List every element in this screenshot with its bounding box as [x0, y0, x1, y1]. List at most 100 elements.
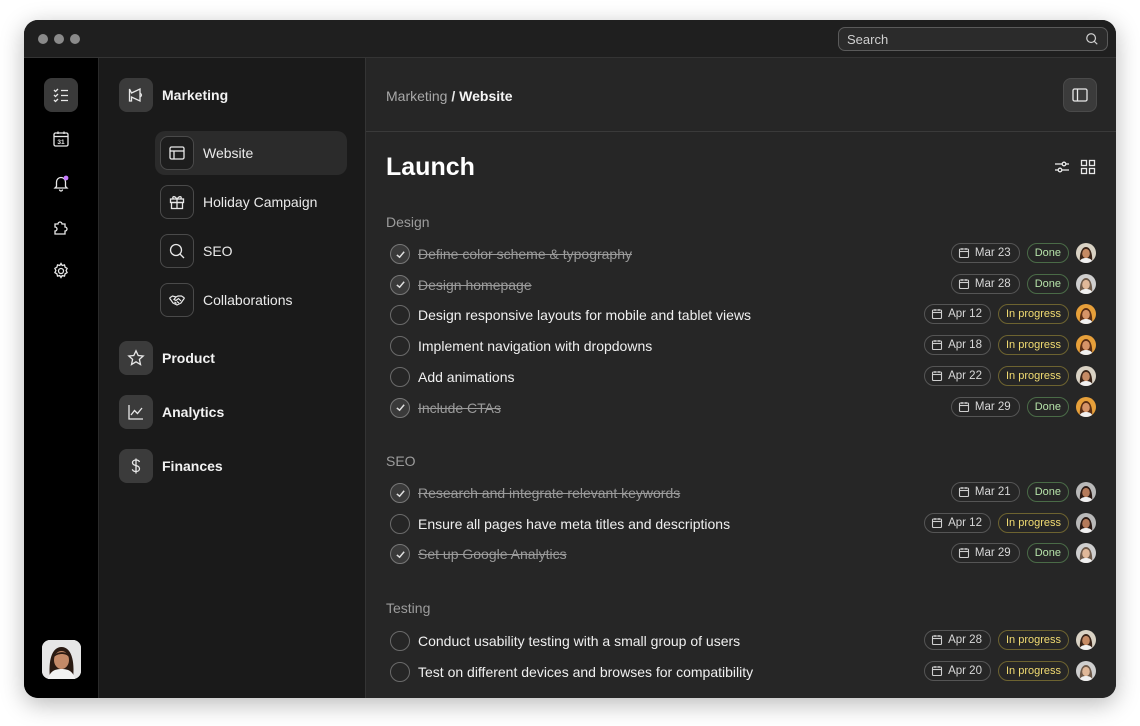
breadcrumb-parent[interactable]: Marketing: [386, 88, 447, 104]
task-row[interactable]: Conduct usability testing with a small g…: [386, 628, 1096, 654]
task-checkbox[interactable]: [390, 244, 410, 264]
task-checkbox[interactable]: [390, 514, 410, 534]
task-title: Set up Google Analytics: [418, 546, 567, 562]
task-checkbox[interactable]: [390, 336, 410, 356]
due-date-chip[interactable]: Apr 28: [924, 630, 991, 650]
rail-tasks-button[interactable]: [44, 78, 78, 112]
due-date-chip[interactable]: Mar 23: [951, 243, 1020, 263]
status-badge[interactable]: In progress: [998, 304, 1069, 324]
due-date-chip[interactable]: Apr 20: [924, 661, 991, 681]
due-date-text: Mar 29: [975, 401, 1011, 413]
task-row[interactable]: Research and integrate relevant keywords…: [386, 480, 1096, 506]
status-badge[interactable]: In progress: [998, 630, 1069, 650]
task-checkbox[interactable]: [390, 305, 410, 325]
due-date-chip[interactable]: Mar 28: [951, 274, 1020, 294]
search-input[interactable]: Search: [838, 27, 1108, 51]
nav-item-collaborations[interactable]: Collaborations: [155, 278, 347, 322]
task-row[interactable]: Include CTAsMar 29Done: [386, 395, 1096, 421]
assignee-avatar[interactable]: [1076, 661, 1096, 681]
close-window-button[interactable]: [38, 34, 48, 44]
assignee-avatar[interactable]: [1076, 366, 1096, 386]
nav-group-product[interactable]: Product: [119, 341, 215, 375]
user-avatar[interactable]: [42, 640, 81, 679]
status-badge[interactable]: Done: [1027, 543, 1069, 563]
due-date-chip[interactable]: Apr 18: [924, 335, 991, 355]
calendar-icon: 31: [52, 130, 70, 148]
task-checkbox[interactable]: [390, 483, 410, 503]
task-meta: Mar 29 Done: [951, 397, 1096, 417]
assignee-avatar[interactable]: [1076, 630, 1096, 650]
due-date-chip[interactable]: Mar 29: [951, 543, 1020, 563]
nav-group-analytics[interactable]: Analytics: [119, 395, 224, 429]
status-badge[interactable]: In progress: [998, 335, 1069, 355]
task-checkbox[interactable]: [390, 367, 410, 387]
due-date-text: Apr 28: [948, 634, 982, 646]
checkmark-icon: [395, 549, 406, 560]
handshake-icon: [168, 291, 186, 309]
calendar-icon: [958, 247, 970, 259]
assignee-avatar[interactable]: [1076, 335, 1096, 355]
nav-item-website[interactable]: Website: [155, 131, 347, 175]
assignee-avatar[interactable]: [1076, 243, 1096, 263]
status-badge[interactable]: In progress: [998, 513, 1069, 533]
app-window: Search 31: [24, 20, 1116, 698]
rail-integrations-button[interactable]: [44, 210, 78, 244]
minimize-window-button[interactable]: [54, 34, 64, 44]
nav-item-seo[interactable]: SEO: [155, 229, 347, 273]
calendar-icon: [958, 401, 970, 413]
calendar-icon: [931, 308, 943, 320]
task-title: Research and integrate relevant keywords: [418, 485, 680, 501]
task-checkbox[interactable]: [390, 544, 410, 564]
task-checkbox[interactable]: [390, 275, 410, 295]
task-row[interactable]: Implement navigation with dropdownsApr 1…: [386, 333, 1096, 359]
task-row[interactable]: Test on different devices and browses fo…: [386, 659, 1096, 685]
task-checkbox[interactable]: [390, 398, 410, 418]
rail-notifications-button[interactable]: [44, 166, 78, 200]
rail-settings-button[interactable]: [44, 254, 78, 288]
status-badge[interactable]: Done: [1027, 482, 1069, 502]
due-date-chip[interactable]: Apr 12: [924, 304, 991, 324]
breadcrumb: Marketing / Website: [386, 88, 513, 104]
assignee-avatar[interactable]: [1076, 513, 1096, 533]
filter-sliders-icon[interactable]: [1054, 159, 1070, 175]
nav-group-finances[interactable]: Finances: [119, 449, 223, 483]
task-meta: Apr 12 In progress: [924, 304, 1096, 324]
task-row[interactable]: Add animationsApr 22In progress: [386, 364, 1096, 390]
due-date-chip[interactable]: Apr 12: [924, 513, 991, 533]
status-badge[interactable]: Done: [1027, 397, 1069, 417]
assignee-avatar[interactable]: [1076, 482, 1096, 502]
megaphone-icon: [127, 86, 145, 104]
task-row[interactable]: Design responsive layouts for mobile and…: [386, 302, 1096, 328]
status-badge[interactable]: Done: [1027, 274, 1069, 294]
sidebar-panel-icon: [1071, 86, 1089, 104]
toggle-panel-button[interactable]: [1063, 78, 1097, 112]
browser-icon: [168, 144, 186, 162]
maximize-window-button[interactable]: [70, 34, 80, 44]
calendar-day-label: 31: [57, 139, 65, 146]
task-row[interactable]: Set up Google Analytics Mar 29 Done: [386, 541, 1096, 567]
task-checkbox[interactable]: [390, 631, 410, 651]
due-date-chip[interactable]: Mar 29: [951, 397, 1020, 417]
task-title: Conduct usability testing with a small g…: [418, 633, 740, 649]
assignee-avatar[interactable]: [1076, 274, 1096, 294]
nav-group-marketing[interactable]: Marketing: [119, 78, 228, 112]
status-badge[interactable]: In progress: [998, 661, 1069, 681]
chart-icon: [127, 403, 145, 421]
nav-item-holiday-campaign[interactable]: Holiday Campaign: [155, 180, 347, 224]
due-date-chip[interactable]: Apr 22: [924, 366, 991, 386]
assignee-avatar[interactable]: [1076, 304, 1096, 324]
due-date-text: Apr 12: [948, 308, 982, 320]
section-heading: Testing: [386, 600, 430, 616]
task-title: Design responsive layouts for mobile and…: [418, 307, 751, 323]
task-row[interactable]: Define color scheme & typographyMar 23Do…: [386, 241, 1096, 267]
task-row[interactable]: Ensure all pages have meta titles and de…: [386, 511, 1096, 537]
grid-view-icon[interactable]: [1080, 159, 1096, 175]
status-badge[interactable]: Done: [1027, 243, 1069, 263]
assignee-avatar[interactable]: [1076, 543, 1096, 563]
assignee-avatar[interactable]: [1076, 397, 1096, 417]
task-row[interactable]: Design homepageMar 28Done: [386, 272, 1096, 298]
due-date-chip[interactable]: Mar 21: [951, 482, 1020, 502]
status-badge[interactable]: In progress: [998, 366, 1069, 386]
task-checkbox[interactable]: [390, 662, 410, 682]
rail-calendar-button[interactable]: 31: [44, 122, 78, 156]
